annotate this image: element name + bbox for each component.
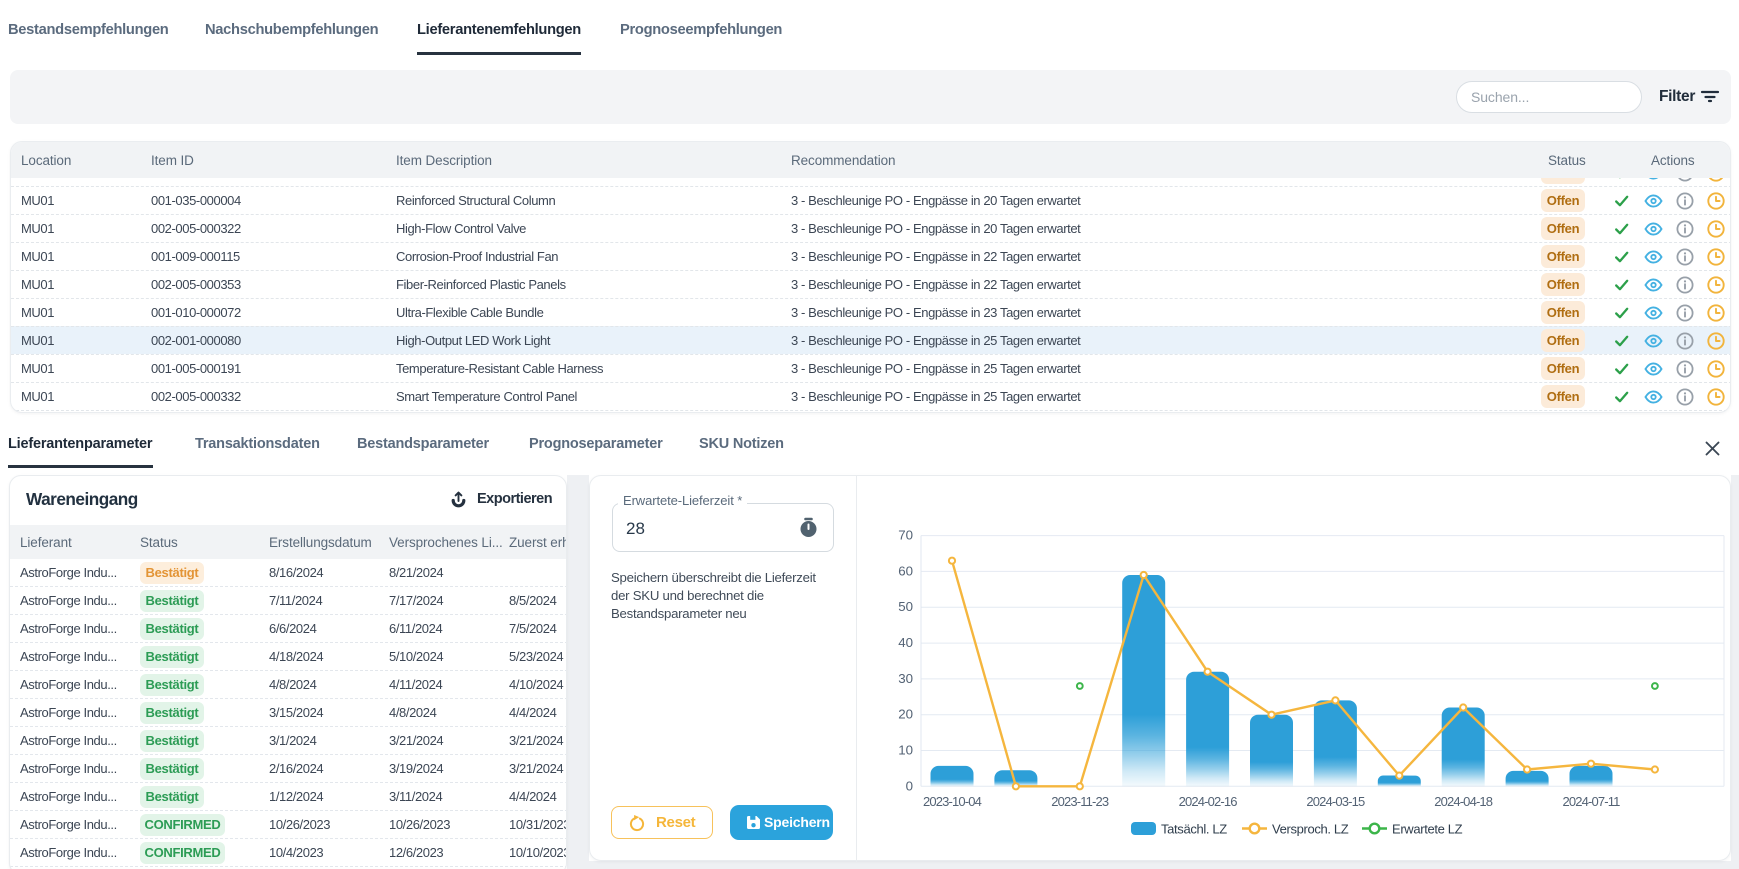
svg-text:50: 50: [898, 599, 913, 614]
svg-text:2024-02-16: 2024-02-16: [1179, 794, 1238, 809]
svg-text:70: 70: [898, 528, 913, 543]
svg-text:0: 0: [906, 778, 913, 793]
svg-text:2023-10-04: 2023-10-04: [923, 794, 982, 809]
svg-text:Erwartete LZ: Erwartete LZ: [1392, 822, 1463, 837]
svg-text:2024-07-11: 2024-07-11: [1562, 794, 1620, 809]
svg-text:60: 60: [898, 563, 913, 578]
svg-text:40: 40: [898, 635, 913, 650]
svg-text:20: 20: [898, 707, 913, 722]
svg-text:Versproch. LZ: Versproch. LZ: [1272, 822, 1349, 837]
svg-text:Tatsächl. LZ: Tatsächl. LZ: [1161, 822, 1227, 837]
svg-text:2024-04-18: 2024-04-18: [1434, 794, 1493, 809]
svg-text:10: 10: [898, 743, 913, 758]
svg-text:30: 30: [898, 671, 913, 686]
svg-text:2024-03-15: 2024-03-15: [1306, 794, 1365, 809]
svg-text:2023-11-23: 2023-11-23: [1051, 794, 1109, 809]
